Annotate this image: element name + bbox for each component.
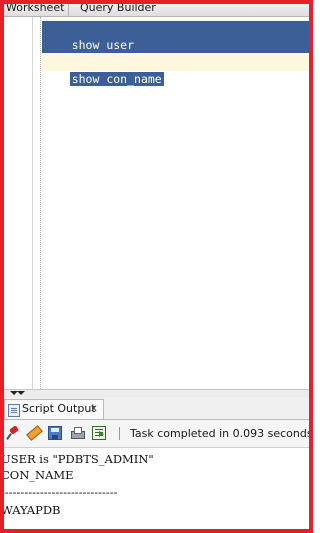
collapse-arrow-icon[interactable] [17,391,25,395]
toolbar-separator [119,427,120,440]
tab-query-builder[interactable]: Query Builder [76,0,160,16]
output-tab-bar: Script Output x [4,397,309,420]
output-toolbar: Task completed in 0.093 seconds [4,420,313,448]
tab-script-output[interactable]: Script Output x [4,399,104,419]
line-number-gutter [4,17,32,389]
code-line-2[interactable]: show con_name [42,55,164,86]
output-line: USER is "PDBTS_ADMIN" [4,452,154,466]
print-icon[interactable] [70,426,85,440]
run-script-icon[interactable] [92,426,106,440]
code-text: show user [69,38,137,52]
tab-worksheet[interactable]: Worksheet [2,0,70,16]
pin-icon[interactable] [7,426,21,440]
script-output-icon [8,404,20,417]
save-icon[interactable] [48,426,62,440]
close-icon[interactable]: x [91,402,97,416]
status-message: Task completed in 0.093 seconds [130,427,313,440]
gutter-divider [32,17,33,389]
sql-editor[interactable]: show user show con_name [4,17,309,389]
script-output-label: Script Output [22,402,96,415]
output-line: WAYAPDB [4,503,61,517]
code-line-1[interactable]: show user [42,21,137,52]
code-text: show con_name [69,72,164,86]
output-line: ------------------------------ [4,485,118,499]
worksheet-tab-bar: Worksheet Query Builder [0,0,313,17]
fold-guide [40,17,41,389]
clear-icon[interactable] [26,426,40,440]
output-line: CON_NAME [4,468,74,482]
script-output-pane[interactable]: USER is "PDBTS_ADMIN" CON_NAME ---------… [4,448,309,529]
